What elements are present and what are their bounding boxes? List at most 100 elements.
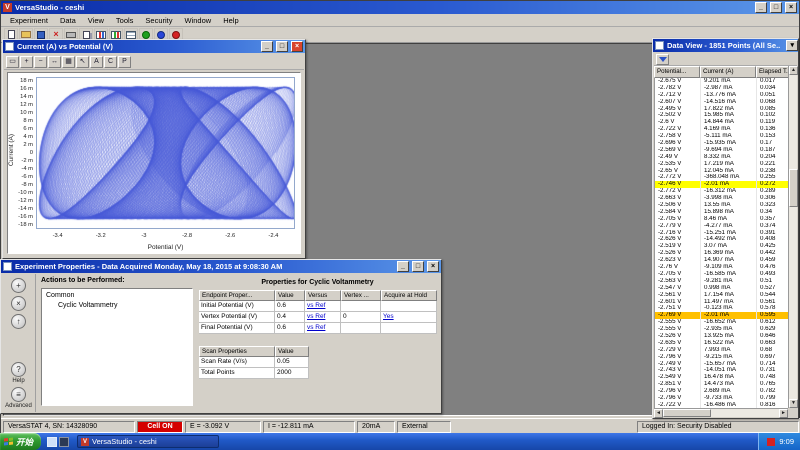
print-plot-icon[interactable]: P — [118, 55, 131, 68]
table-row[interactable]: -2.561 V 17.154 mA 0.544 — [655, 291, 788, 299]
properties-maximize-button[interactable]: □ — [412, 261, 424, 272]
properties-minimize-button[interactable]: _ — [397, 261, 409, 272]
table-row[interactable]: -2.535 V 17.219 mA 0.221 — [655, 160, 788, 168]
table-row[interactable]: -2.563 V -9.281 mA 0.51 — [655, 277, 788, 285]
table-row[interactable]: -2.626 V -14.492 mA 0.408 — [655, 236, 788, 244]
property-link[interactable]: vs Ref — [305, 323, 341, 334]
zoom-out-icon[interactable]: − — [34, 55, 47, 68]
reorder-action-button[interactable]: ↑ — [11, 314, 26, 329]
table-row[interactable]: -2.705 V -16.585 mA 0.493 — [655, 270, 788, 278]
table-row[interactable]: -2.729 V 7.993 mA 0.68 — [655, 346, 788, 354]
horizontal-scroll-thumb[interactable] — [663, 409, 711, 417]
action-item[interactable]: Cyclic Voltammetry — [42, 301, 192, 311]
table-row[interactable]: -2.663 V -3.998 mA 0.306 — [655, 195, 788, 203]
plot-minimize-button[interactable]: _ — [261, 41, 273, 52]
table-row[interactable]: -2.65 V 12.045 mA 0.238 — [655, 167, 788, 175]
table-row[interactable]: -2.782 V -2.987 mA 0.034 — [655, 84, 788, 92]
zoom-box-icon[interactable]: ▭ — [6, 55, 19, 68]
table-row[interactable]: -2.772 V -368.048 mA 0.255 — [655, 174, 788, 182]
filter-button[interactable] — [656, 53, 669, 65]
table-row[interactable]: -2.716 V -15.251 mA 0.391 — [655, 229, 788, 237]
table-row[interactable]: -2.547 V 0.998 mA 0.527 — [655, 284, 788, 292]
menu-experiment[interactable]: Experiment — [4, 15, 54, 26]
column-header[interactable]: Current (A) — [700, 66, 756, 78]
cell-on-indicator[interactable]: Cell ON — [137, 420, 183, 433]
pan-icon[interactable]: ↔ — [48, 55, 61, 68]
scroll-right-arrow[interactable]: ► — [779, 409, 788, 418]
table-row[interactable]: -2.722 V 4.169 mA 0.136 — [655, 126, 788, 134]
table-row[interactable]: -2.796 V 2.689 mA 0.782 — [655, 388, 788, 395]
menu-tools[interactable]: Tools — [110, 15, 140, 26]
cv-plot-canvas[interactable] — [37, 78, 294, 228]
table-row[interactable]: -2.743 V -14.051 mA 0.731 — [655, 367, 788, 375]
close-button[interactable]: × — [785, 2, 797, 13]
menu-window[interactable]: Window — [179, 15, 218, 26]
table-row[interactable]: -2.749 V -15.657 mA 0.714 — [655, 360, 788, 368]
clock[interactable]: 9:09 — [779, 437, 794, 446]
column-header[interactable]: Elapsed T... — [756, 66, 788, 78]
table-row[interactable]: -2.549 V 16.478 mA 0.748 — [655, 374, 788, 382]
quick-launch-icon-1[interactable] — [47, 436, 58, 447]
property-link[interactable]: vs Ref — [305, 301, 341, 312]
scroll-left-arrow[interactable]: ◄ — [654, 409, 663, 418]
horizontal-scrollbar[interactable]: ◄ ► — [654, 408, 788, 418]
axes-settings-icon[interactable]: A — [90, 55, 103, 68]
table-row[interactable]: -2.584 V 15.898 mA 0.34 — [655, 208, 788, 216]
table-row[interactable]: -2.796 V -9.733 mA 0.799 — [655, 394, 788, 402]
table-row[interactable]: -2.623 V 14.907 mA 0.459 — [655, 257, 788, 265]
properties-titlebar[interactable]: Experiment Properties - Data Acquired Mo… — [1, 260, 441, 273]
plot-close-button[interactable]: × — [291, 41, 303, 52]
plot-area[interactable] — [36, 77, 295, 229]
table-row[interactable]: -2.555 V -16.652 mA 0.612 — [655, 319, 788, 327]
menu-security[interactable]: Security — [139, 15, 178, 26]
start-button[interactable]: 开始 — [0, 433, 42, 450]
menu-view[interactable]: View — [82, 15, 110, 26]
scroll-down-arrow[interactable]: ▼ — [789, 399, 798, 408]
action-item[interactable]: Common — [42, 291, 192, 301]
autoscale-icon[interactable]: ▦ — [62, 55, 75, 68]
data-view-titlebar[interactable]: Data View - 1851 Points (All Se.. ▾ × — [653, 39, 798, 52]
table-row[interactable]: -2.495 V 17.822 mA 0.085 — [655, 105, 788, 113]
actions-list[interactable]: Common Cyclic Voltammetry — [41, 288, 193, 406]
column-header[interactable]: Potential... — [654, 66, 700, 78]
table-row[interactable]: -2.506 V 13.55 mA 0.323 — [655, 202, 788, 209]
table-row[interactable]: -2.696 V -15.935 mA 0.17 — [655, 140, 788, 147]
table-row[interactable]: -2.49 V 8.332 mA 0.204 — [655, 153, 788, 161]
table-row[interactable]: -2.675 V 9.201 mA 0.017 — [655, 78, 788, 85]
table-row[interactable]: -2.6 V 14.844 mA 0.119 — [655, 119, 788, 127]
data-view-dock-button[interactable]: ▾ — [786, 40, 798, 51]
menu-help[interactable]: Help — [217, 15, 244, 26]
table-row[interactable]: -2.851 V 14.473 mA 0.765 — [655, 381, 788, 389]
table-row[interactable]: -2.796 V -9.215 mA 0.697 — [655, 353, 788, 361]
table-row[interactable]: -2.635 V 16.522 mA 0.663 — [655, 339, 788, 347]
table-row[interactable]: -2.76 V -9.109 mA 0.476 — [655, 264, 788, 271]
zoom-in-icon[interactable]: + — [20, 55, 33, 68]
advanced-button[interactable]: ≡ — [11, 387, 26, 402]
table-row[interactable]: -2.751 V -0.123 mA 0.578 — [655, 305, 788, 313]
table-row[interactable]: -2.779 V -4.277 mA 0.374 — [655, 222, 788, 230]
table-row[interactable]: -2.772 V -16.312 mA 0.289 — [655, 188, 788, 196]
property-link[interactable]: vs Ref — [305, 312, 341, 323]
table-row[interactable]: -2.705 V 8.46 mA 0.357 — [655, 215, 788, 223]
table-row[interactable]: -2.712 V -13.776 mA 0.051 — [655, 91, 788, 99]
plot-maximize-button[interactable]: □ — [276, 41, 288, 52]
table-row[interactable]: -2.526 V 16.369 mA 0.442 — [655, 250, 788, 258]
vertical-scrollbar[interactable]: ▲ ▼ — [788, 66, 798, 408]
vertical-scroll-thumb[interactable] — [789, 168, 798, 207]
table-row[interactable]: -2.746 V -2.01 mA 0.272 — [655, 181, 788, 189]
maximize-button[interactable]: □ — [770, 2, 782, 13]
copy-plot-icon[interactable]: C — [104, 55, 117, 68]
properties-close-button[interactable]: × — [427, 261, 439, 272]
taskbar-task-versastudio[interactable]: V VersaStudio - ceshi — [77, 435, 220, 448]
table-row[interactable]: -2.758 V -5.111 mA 0.153 — [655, 133, 788, 141]
table-row[interactable]: -2.519 V 3.07 mA 0.425 — [655, 243, 788, 251]
quick-launch-icon-2[interactable] — [59, 436, 70, 447]
data-table[interactable]: -2.675 V 9.201 mA 0.017 -2.782 V -2.987 mA 0.… — [654, 78, 788, 408]
table-row[interactable]: -2.502 V 15.985 mA 0.102 — [655, 112, 788, 120]
table-row[interactable]: -2.526 V 13.925 mA 0.646 — [655, 332, 788, 340]
scroll-up-arrow[interactable]: ▲ — [789, 66, 798, 75]
remove-action-button[interactable]: × — [11, 296, 26, 311]
help-button[interactable]: ? — [11, 362, 26, 377]
insert-action-button[interactable]: + — [11, 278, 26, 293]
cursor-icon[interactable]: ↖ — [76, 55, 89, 68]
